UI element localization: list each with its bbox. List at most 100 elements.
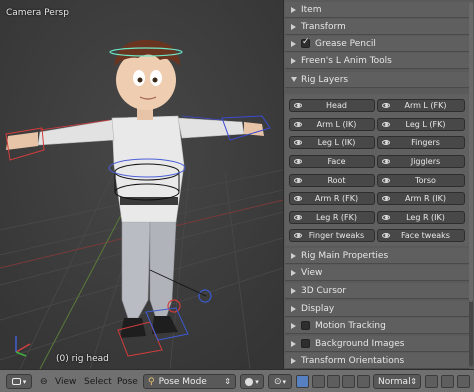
eye-icon: [294, 140, 302, 145]
pivot-point-select[interactable]: ⊙ ▾: [268, 374, 292, 389]
collapse-arrow-icon: [291, 269, 296, 276]
rig-layer-root-button[interactable]: Root: [289, 174, 375, 187]
panel-scrollbar-thumb[interactable]: [469, 2, 473, 302]
editor-type-button[interactable]: ▾: [6, 374, 32, 389]
onion-skin-icon[interactable]: [441, 375, 454, 388]
panel-rig-layers-label: Rig Layers: [301, 74, 349, 85]
panel-rig-layers[interactable]: Rig Layers: [285, 72, 469, 88]
collapse-arrow-icon: [291, 6, 296, 13]
rig-layer-leg-r-ik-button[interactable]: Leg R (IK): [377, 211, 465, 224]
rig-layer-label: Arm R (IK): [405, 194, 446, 203]
eye-icon: [382, 178, 390, 183]
rig-layer-fingers-button[interactable]: Fingers: [377, 136, 465, 149]
collapse-arrow-icon: [291, 40, 296, 47]
rig-layer-label: Face tweaks: [401, 231, 450, 240]
rig-layer-label: Fingers: [411, 138, 440, 147]
viewport-scene[interactable]: [0, 0, 283, 369]
transform-orientation-icon[interactable]: [357, 375, 370, 388]
rig-layer-leg-r-fk-button[interactable]: Leg R (FK): [289, 211, 375, 224]
background-images-checkbox[interactable]: [301, 339, 310, 348]
panel-motion-tracking-label: Motion Tracking: [315, 320, 386, 331]
collapse-arrow-icon: [291, 23, 296, 30]
menu-pose[interactable]: Pose: [117, 374, 138, 389]
rig-layer-label: Jigglers: [410, 157, 441, 166]
grease-pencil-checkbox[interactable]: [301, 37, 310, 48]
collapse-arrow-icon: [291, 305, 296, 312]
panel-grease-pencil[interactable]: Grease Pencil: [285, 36, 469, 52]
rig-layer-arm-l-ik-button[interactable]: Arm L (IK): [289, 118, 375, 131]
rig-layer-arm-r-fk-button[interactable]: Arm R (FK): [289, 192, 375, 205]
eye-icon: [382, 196, 390, 201]
panel-motion-tracking[interactable]: Motion Tracking: [285, 318, 469, 334]
snap-icon[interactable]: [457, 375, 470, 388]
chevron-down-icon: ▾: [282, 377, 287, 386]
active-object-label: (0) rig head: [56, 354, 109, 364]
view-label: Camera Persp: [6, 8, 69, 18]
rig-layer-head-button[interactable]: Head: [289, 99, 375, 112]
rig-layer-torso-button[interactable]: Torso: [377, 174, 465, 187]
layers-icon[interactable]: [425, 375, 438, 388]
rig-layer-label: Torso: [415, 176, 436, 185]
eye-icon: [294, 215, 302, 220]
manipulator-toggle-icon[interactable]: [296, 375, 309, 388]
eye-icon: [294, 103, 302, 108]
rig-layer-label: Arm L (IK): [316, 120, 357, 129]
rig-layer-face-button[interactable]: Face: [289, 155, 375, 168]
rig-layer-label: Head: [326, 101, 347, 110]
collapse-arrow-icon: [291, 57, 296, 64]
translate-manipulator-icon[interactable]: [312, 375, 325, 388]
collapse-arrow-icon: [291, 357, 296, 364]
menu-collapse-icon[interactable]: ⊖: [40, 374, 48, 389]
panel-display-label: Display: [301, 303, 335, 314]
collapse-arrow-icon: [291, 340, 296, 347]
rig-layer-label: Arm L (FK): [404, 101, 447, 110]
panel-3d-cursor[interactable]: 3D Cursor: [285, 283, 469, 299]
viewport-shading-select[interactable]: ▾: [240, 374, 264, 389]
panel-transform-label: Transform: [301, 21, 346, 32]
3d-viewport[interactable]: Camera Persp (0) rig head: [0, 0, 283, 369]
mode-select-value: Pose Mode: [158, 376, 207, 387]
rig-layer-arm-l-fk-button[interactable]: Arm L (FK): [377, 99, 465, 112]
eye-icon: [294, 178, 302, 183]
eye-icon: [382, 140, 390, 145]
rig-layer-label: Root: [327, 176, 346, 185]
rig-layer-label: Arm R (FK): [314, 194, 359, 203]
orientation-select[interactable]: Normal ⇕: [373, 374, 421, 389]
panel-view-label: View: [301, 267, 323, 278]
rotate-manipulator-icon[interactable]: [327, 375, 340, 388]
rig-layer-leg-l-fk-button[interactable]: Leg L (FK): [377, 118, 465, 131]
rig-layer-face-tweaks-button[interactable]: Face tweaks: [377, 229, 465, 242]
panel-rig-main-properties[interactable]: Rig Main Properties: [285, 248, 469, 264]
panel-view[interactable]: View: [285, 265, 469, 281]
rig-layer-leg-l-ik-button[interactable]: Leg L (IK): [289, 136, 375, 149]
chevron-down-icon: ⇕: [224, 377, 231, 386]
rig-layer-label: Leg R (FK): [315, 213, 358, 222]
panel-anim-tools[interactable]: Freen's L Anim Tools: [285, 53, 469, 69]
panel-transform-orientations[interactable]: Transform Orientations: [285, 353, 469, 369]
panel-background-images[interactable]: Background Images: [285, 336, 469, 352]
shading-sphere-icon: [245, 377, 254, 386]
panel-transform[interactable]: Transform: [285, 19, 469, 35]
panel-rig-main-properties-label: Rig Main Properties: [301, 250, 389, 261]
pivot-icon: ⊙: [273, 376, 282, 387]
eye-icon: [294, 159, 302, 164]
menu-select[interactable]: Select: [84, 374, 112, 389]
collapse-arrow-icon: [291, 287, 296, 294]
chevron-down-icon: ⇕: [410, 377, 417, 386]
rig-layer-arm-r-ik-button[interactable]: Arm R (IK): [377, 192, 465, 205]
rig-layer-jigglers-button[interactable]: Jigglers: [377, 155, 465, 168]
panel-display[interactable]: Display: [285, 301, 469, 317]
motion-tracking-checkbox[interactable]: [301, 321, 310, 330]
expand-arrow-icon: [291, 77, 297, 82]
eye-icon: [294, 233, 302, 238]
rig-layers-body: Head Arm L (FK) Arm L (IK) Leg L (FK) Le…: [285, 94, 469, 246]
chevron-down-icon: ▾: [255, 377, 259, 386]
viewport-header: ▾ ⊖ View Select Pose ⚲ Pose Mode ⇕ ▾ ⊙ ▾…: [0, 369, 474, 392]
eye-icon: [382, 215, 390, 220]
rig-layer-label: Face: [327, 157, 346, 166]
rig-layer-finger-tweaks-button[interactable]: Finger tweaks: [289, 229, 375, 242]
scale-manipulator-icon[interactable]: [342, 375, 355, 388]
mode-select[interactable]: ⚲ Pose Mode ⇕: [143, 374, 236, 389]
menu-view[interactable]: View: [55, 374, 76, 389]
panel-item[interactable]: Item: [285, 2, 469, 18]
